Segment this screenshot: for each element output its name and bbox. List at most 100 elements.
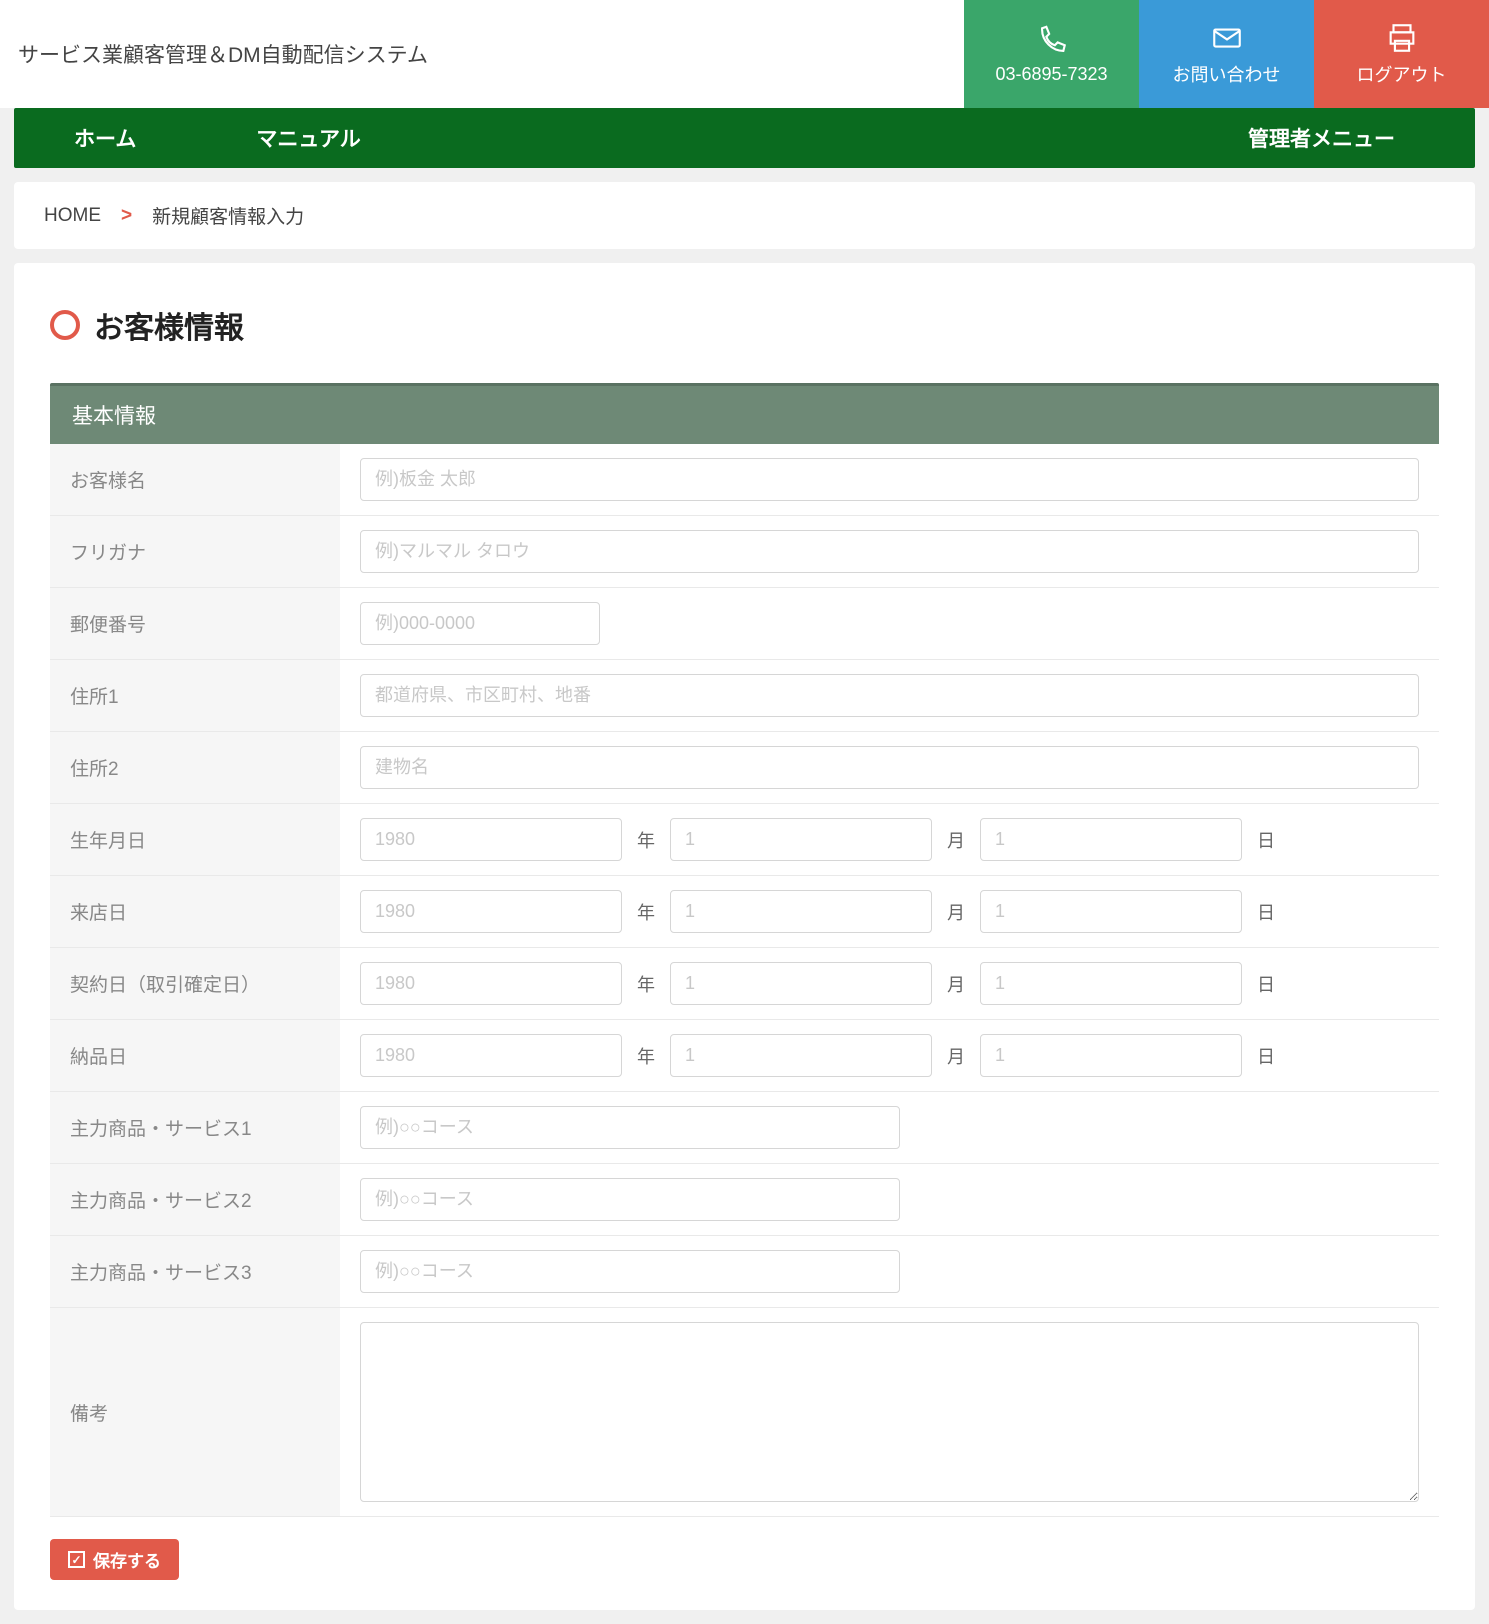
row-visit: 来店日 年 月 日 [50,876,1439,948]
row-product2: 主力商品・サービス2 [50,1164,1439,1236]
field-furigana [340,516,1439,587]
input-delivery-year[interactable] [360,1034,622,1077]
label-postal: 郵便番号 [50,588,340,659]
nav-admin[interactable]: 管理者メニュー [1248,123,1475,153]
input-address1[interactable] [360,674,1419,717]
section-header: 基本情報 [50,383,1439,444]
topbar-actions: 03-6895-7323 お問い合わせ ログアウト [964,0,1489,108]
field-address1 [340,660,1439,731]
input-address2[interactable] [360,746,1419,789]
input-delivery-month[interactable] [670,1034,932,1077]
input-remarks[interactable] [360,1322,1419,1502]
topbar: サービス業顧客管理＆DM自動配信システム 03-6895-7323 お問い合わせ… [0,0,1489,108]
field-product3 [340,1236,1439,1307]
check-icon: ✓ [68,1551,85,1568]
unit-year: 年 [634,899,658,925]
circle-icon [50,310,80,340]
input-birth-month[interactable] [670,818,932,861]
input-product3[interactable] [360,1250,900,1293]
label-product2: 主力商品・サービス2 [50,1164,340,1235]
row-furigana: フリガナ [50,516,1439,588]
input-product1[interactable] [360,1106,900,1149]
input-postal[interactable] [360,602,600,645]
logout-button[interactable]: ログアウト [1314,0,1489,108]
phone-icon [1035,24,1069,58]
field-remarks [340,1308,1439,1516]
breadcrumb: HOME > 新規顧客情報入力 [14,182,1475,249]
phone-number: 03-6895-7323 [995,64,1107,85]
row-delivery: 納品日 年 月 日 [50,1020,1439,1092]
label-birth: 生年月日 [50,804,340,875]
row-birth: 生年月日 年 月 日 [50,804,1439,876]
field-address2 [340,732,1439,803]
row-postal: 郵便番号 [50,588,1439,660]
input-contract-year[interactable] [360,962,622,1005]
main-card: お客様情報 基本情報 お客様名 フリガナ 郵便番号 住所1 [14,263,1475,1610]
breadcrumb-current: 新規顧客情報入力 [152,202,304,229]
input-contract-month[interactable] [670,962,932,1005]
breadcrumb-home[interactable]: HOME [44,205,101,227]
input-visit-day[interactable] [980,890,1242,933]
unit-year: 年 [634,1043,658,1069]
input-birth-year[interactable] [360,818,622,861]
label-customer-name: お客様名 [50,444,340,515]
field-contract: 年 月 日 [340,948,1439,1019]
label-delivery: 納品日 [50,1020,340,1091]
unit-month: 月 [944,971,968,997]
save-label: 保存する [93,1547,161,1572]
row-product1: 主力商品・サービス1 [50,1092,1439,1164]
logout-label: ログアウト [1357,61,1447,87]
row-product3: 主力商品・サービス3 [50,1236,1439,1308]
row-address2: 住所2 [50,732,1439,804]
unit-month: 月 [944,899,968,925]
field-birth: 年 月 日 [340,804,1439,875]
unit-year: 年 [634,971,658,997]
input-visit-month[interactable] [670,890,932,933]
main-nav: ホーム マニュアル 管理者メニュー [14,108,1475,168]
label-furigana: フリガナ [50,516,340,587]
brand-title: サービス業顧客管理＆DM自動配信システム [0,0,964,108]
unit-day: 日 [1254,827,1278,853]
input-visit-year[interactable] [360,890,622,933]
nav-home[interactable]: ホーム [14,123,196,153]
row-customer-name: お客様名 [50,444,1439,516]
printer-icon [1385,21,1419,55]
unit-day: 日 [1254,899,1278,925]
input-furigana[interactable] [360,530,1419,573]
label-address1: 住所1 [50,660,340,731]
phone-button[interactable]: 03-6895-7323 [964,0,1139,108]
field-customer-name [340,444,1439,515]
unit-month: 月 [944,1043,968,1069]
unit-year: 年 [634,827,658,853]
label-product3: 主力商品・サービス3 [50,1236,340,1307]
contact-label: お問い合わせ [1173,61,1281,87]
form-table: お客様名 フリガナ 郵便番号 住所1 住所2 [50,444,1439,1517]
row-address1: 住所1 [50,660,1439,732]
unit-day: 日 [1254,971,1278,997]
label-remarks: 備考 [50,1308,340,1516]
input-birth-day[interactable] [980,818,1242,861]
card-title: お客様情報 [94,303,244,347]
unit-day: 日 [1254,1043,1278,1069]
field-product2 [340,1164,1439,1235]
contact-button[interactable]: お問い合わせ [1139,0,1314,108]
input-contract-day[interactable] [980,962,1242,1005]
label-product1: 主力商品・サービス1 [50,1092,340,1163]
row-remarks: 備考 [50,1308,1439,1517]
input-delivery-day[interactable] [980,1034,1242,1077]
chevron-right-icon: > [121,205,132,227]
field-delivery: 年 月 日 [340,1020,1439,1091]
mail-icon [1210,21,1244,55]
card-title-row: お客様情報 [50,303,1439,347]
label-visit: 来店日 [50,876,340,947]
label-address2: 住所2 [50,732,340,803]
input-product2[interactable] [360,1178,900,1221]
row-contract: 契約日（取引確定日） 年 月 日 [50,948,1439,1020]
save-button[interactable]: ✓ 保存する [50,1539,179,1580]
unit-month: 月 [944,827,968,853]
field-postal [340,588,1439,659]
field-product1 [340,1092,1439,1163]
input-customer-name[interactable] [360,458,1419,501]
label-contract: 契約日（取引確定日） [50,948,340,1019]
nav-manual[interactable]: マニュアル [196,123,420,153]
